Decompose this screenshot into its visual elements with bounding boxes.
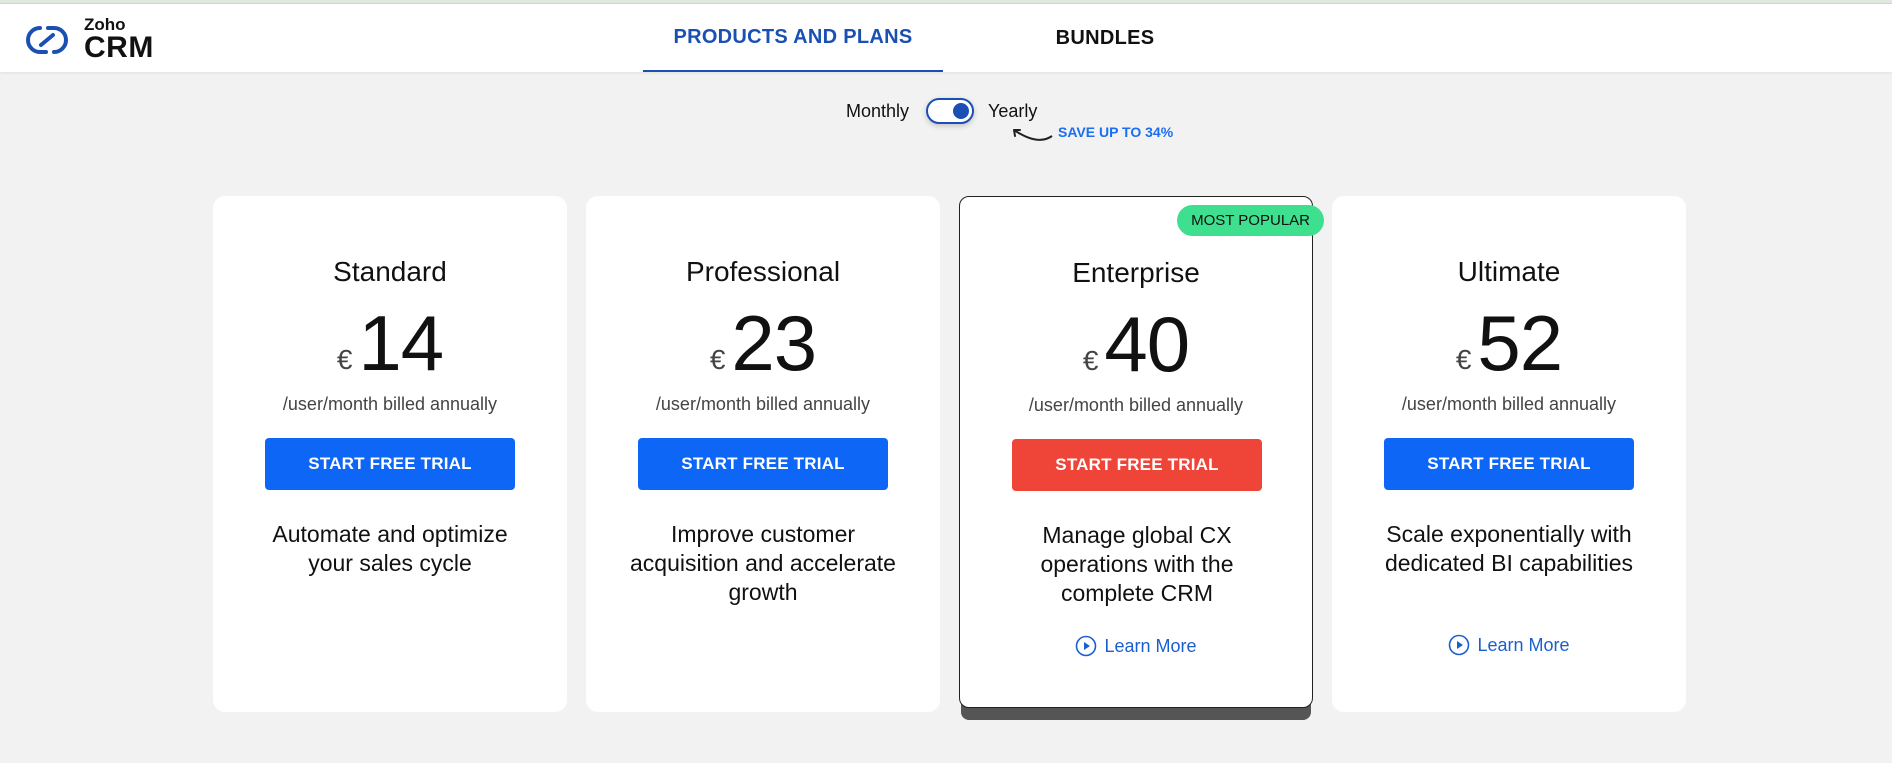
plan-card-ultimate: Ultimate € 52 /user/month billed annuall… (1332, 196, 1686, 712)
plan-name: Enterprise (1072, 257, 1200, 288)
price-amount: 52 (1477, 299, 1563, 387)
billing-note: /user/month billed annually (1401, 394, 1617, 414)
tab-products-and-plans[interactable]: PRODUCTS AND PLANS (643, 4, 943, 72)
learn-more-link[interactable]: Learn More (1332, 634, 1686, 656)
monthly-label[interactable]: Monthly (846, 101, 909, 122)
plan-price: € 40 (960, 305, 1312, 383)
plan-description: Manage global CX operations with the com… (1040, 522, 1234, 606)
plan-description: Scale exponentially with dedicated BI ca… (1384, 521, 1634, 576)
currency-symbol: € (1082, 345, 1099, 376)
plan-price: € 14 (213, 304, 567, 382)
billing-period-switch: Monthly Yearly SAVE UP TO 34% (0, 98, 1892, 141)
logo-product-text: CRM (84, 31, 154, 64)
price-amount: 23 (731, 299, 817, 387)
save-note: SAVE UP TO 34% (1058, 124, 1174, 140)
plan-description: Improve customer acquisition and acceler… (630, 521, 896, 605)
plan-name: Professional (685, 256, 841, 287)
plan-description: Automate and optimize your sales cycle (272, 521, 508, 576)
zoho-crm-logo[interactable]: Zoho CRM (20, 16, 154, 63)
plan-card-enterprise: MOST POPULAR Enterprise € 40 /user/month… (959, 196, 1324, 708)
billing-note: /user/month billed annually (282, 394, 498, 414)
billing-toggle[interactable] (926, 98, 974, 124)
plan-name: Standard (333, 256, 447, 287)
play-circle-icon (1449, 634, 1470, 656)
billing-note: /user/month billed annually (1028, 395, 1244, 415)
zoho-logo-icon (26, 25, 68, 54)
toggle-knob (953, 103, 969, 119)
start-free-trial-button[interactable]: START FREE TRIAL (1012, 439, 1262, 491)
currency-symbol: € (1455, 344, 1472, 375)
currency-symbol: € (336, 344, 353, 375)
plan-price: € 23 (586, 304, 940, 382)
learn-more-label: Learn More (1104, 635, 1197, 656)
yearly-label[interactable]: Yearly (988, 101, 1037, 122)
learn-more-link[interactable]: Learn More (960, 635, 1312, 657)
tab-bundles[interactable]: BUNDLES (1030, 4, 1180, 72)
currency-symbol: € (709, 344, 726, 375)
most-popular-badge: MOST POPULAR (1177, 205, 1324, 236)
curved-arrow-icon (1013, 129, 1053, 141)
plan-card-standard: Standard € 14 /user/month billed annuall… (213, 196, 567, 712)
price-amount: 40 (1104, 300, 1190, 388)
plan-card-professional: Professional € 23 /user/month billed ann… (586, 196, 940, 712)
start-free-trial-button[interactable]: START FREE TRIAL (265, 438, 515, 490)
learn-more-label: Learn More (1477, 634, 1570, 655)
start-free-trial-button[interactable]: START FREE TRIAL (1384, 438, 1634, 490)
start-free-trial-button[interactable]: START FREE TRIAL (638, 438, 888, 490)
plan-price: € 52 (1332, 304, 1686, 382)
plan-name: Ultimate (1457, 256, 1561, 287)
price-amount: 14 (358, 299, 444, 387)
top-nav: Zoho CRM PRODUCTS AND PLANS BUNDLES (0, 4, 1892, 72)
billing-note: /user/month billed annually (655, 394, 871, 414)
play-circle-icon (1076, 635, 1097, 657)
